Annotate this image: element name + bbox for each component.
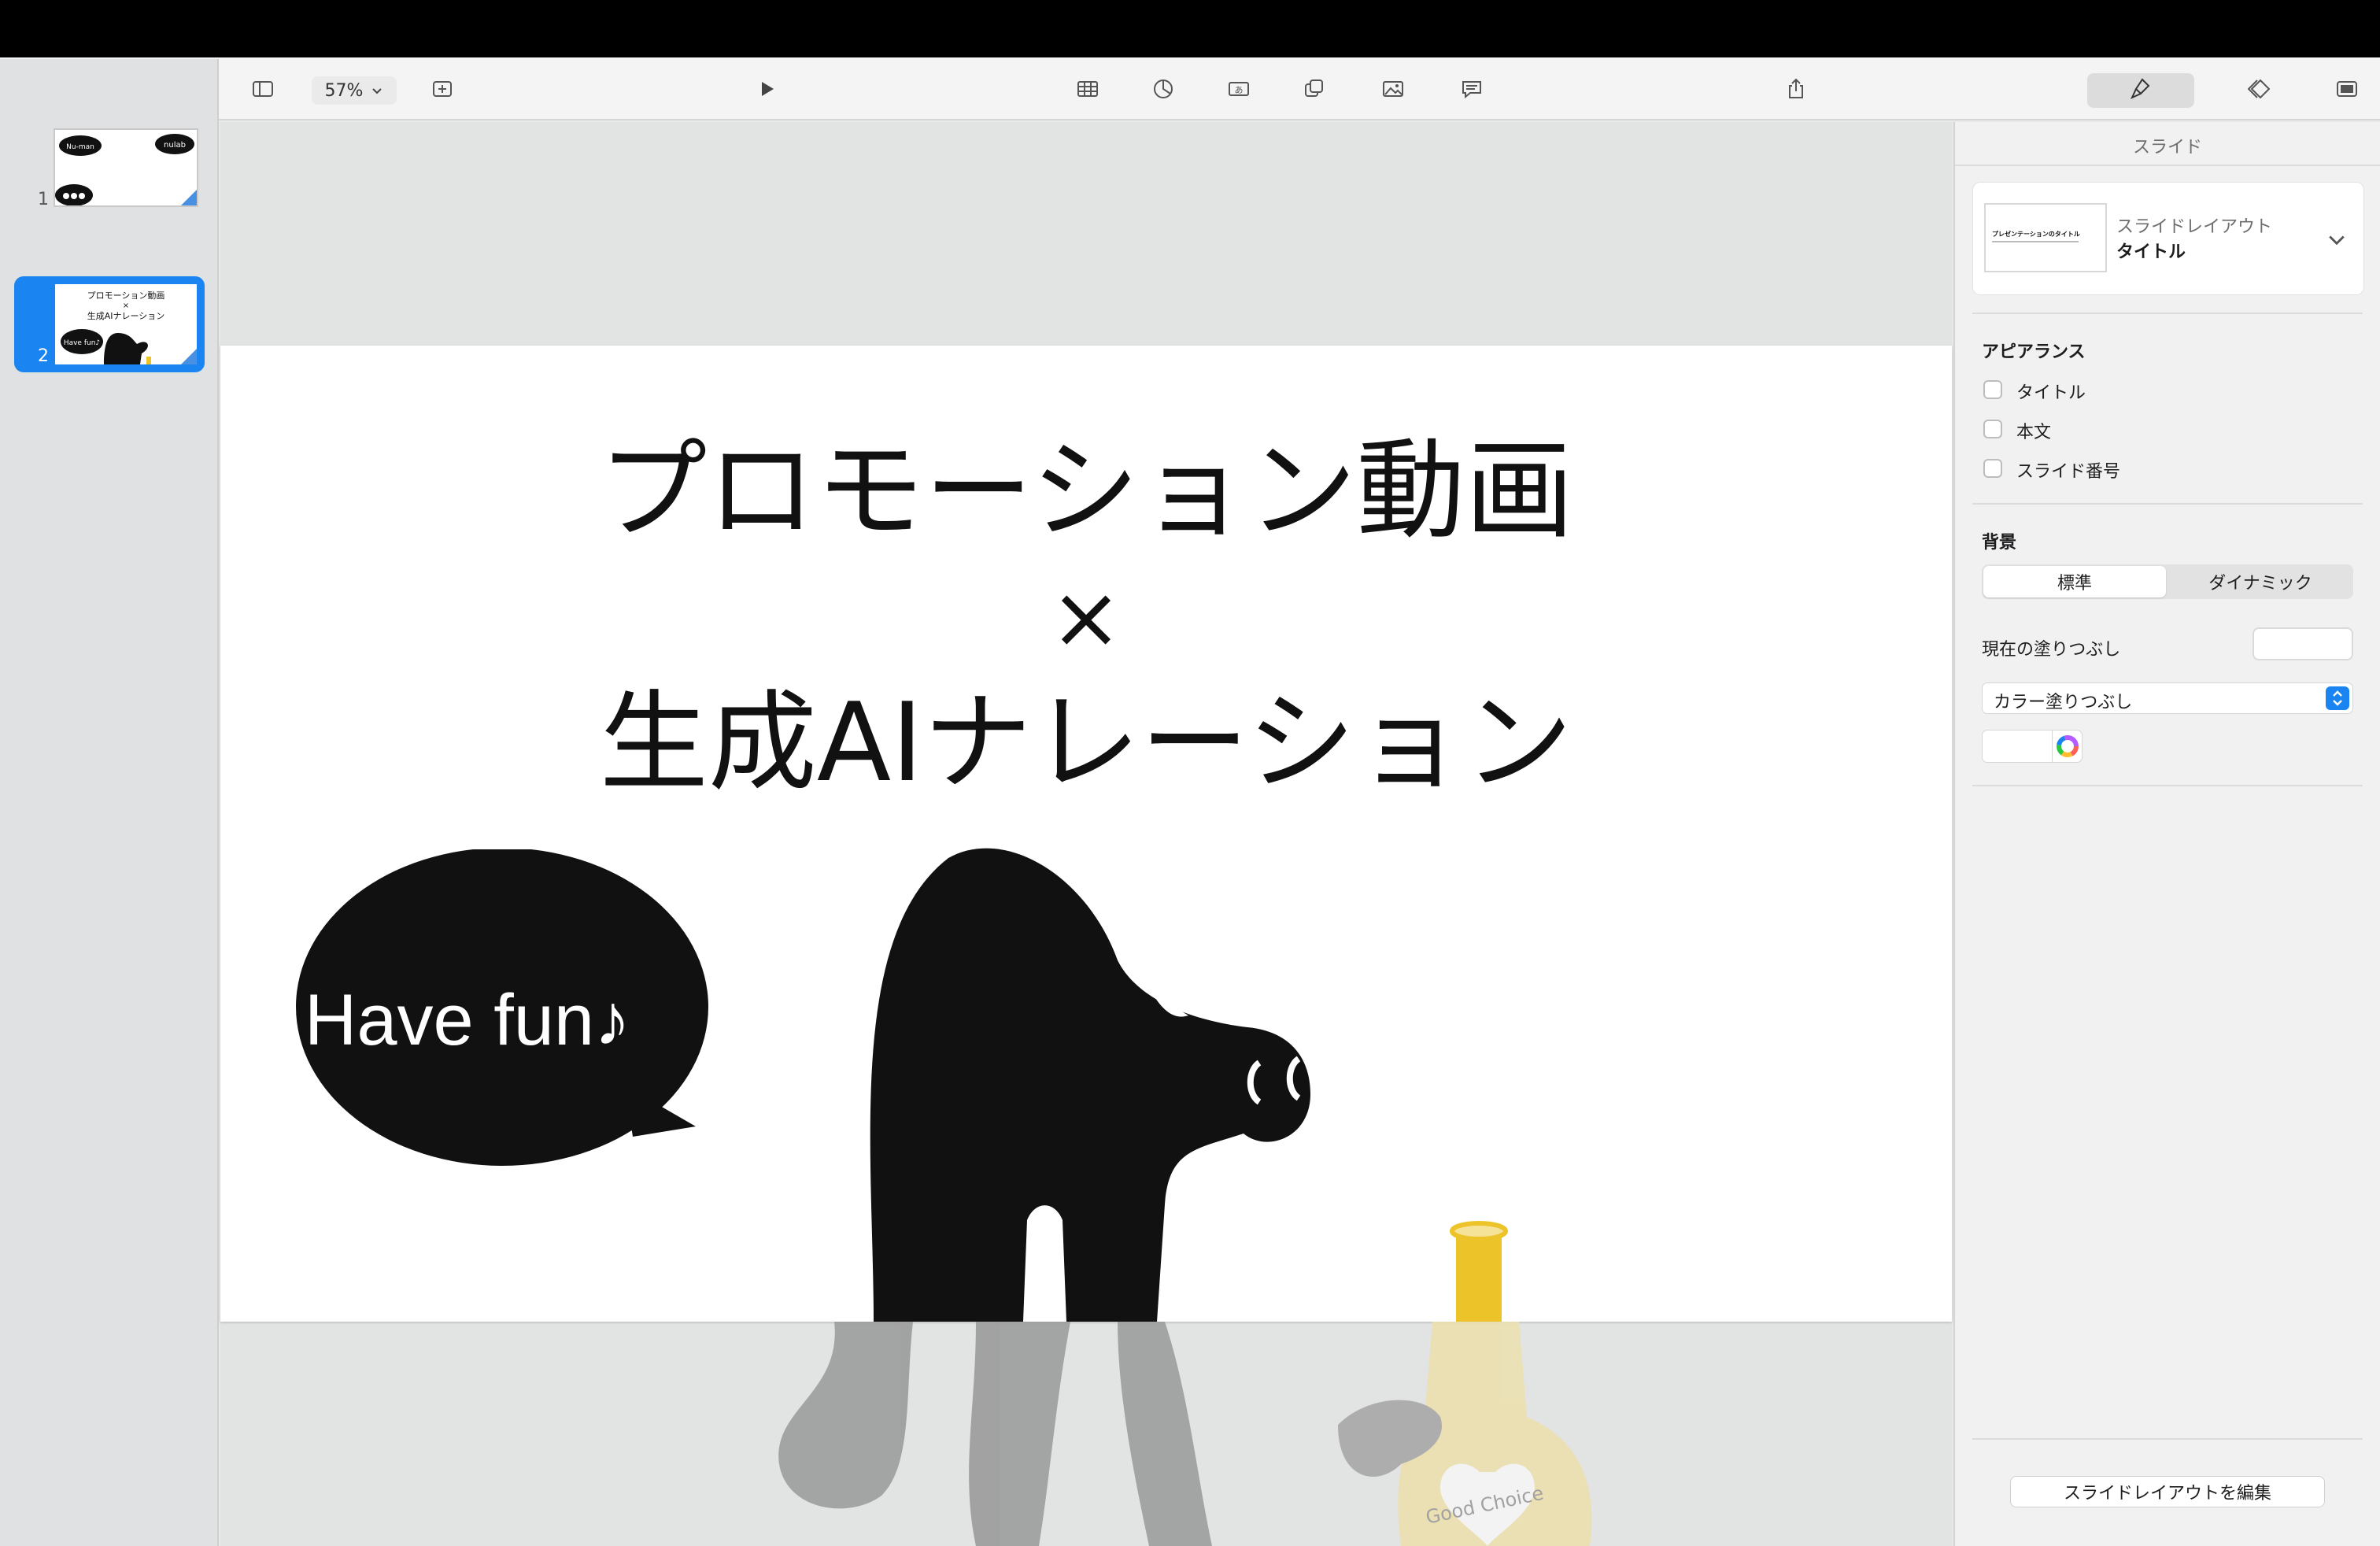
inspector-panel: スライド プレゼンテーションのタイトル スライドレイアウト タイトル アピアラン…	[1953, 122, 2380, 1546]
slide-number: 1	[38, 190, 49, 209]
character-illustration: Good Choice	[778, 848, 1592, 1546]
menu-bar	[0, 0, 2380, 57]
current-fill-swatch[interactable]	[2252, 627, 2353, 660]
background-header: 背景	[1982, 533, 2017, 553]
document-icon[interactable]	[2330, 72, 2364, 106]
slide-number: 2	[38, 346, 49, 366]
body-checkbox-label: 本文	[2016, 423, 2052, 442]
divider	[1955, 165, 2380, 166]
thumb-title-line3: 生成AIナレーション	[87, 310, 165, 321]
layout-thumbnail: プレゼンテーションのタイトル	[1984, 203, 2107, 272]
chart-icon[interactable]	[1146, 72, 1181, 106]
slide-title-line3[interactable]: 生成AIナレーション	[220, 680, 1952, 806]
layout-name: タイトル	[2116, 242, 2186, 262]
animate-icon[interactable]	[2243, 72, 2278, 106]
color-wheel-icon[interactable]	[2057, 735, 2079, 757]
slide-thumbnail-1[interactable]: Nu-man nulab	[54, 128, 198, 207]
slide-title-line1[interactable]: プロモーション動画	[220, 428, 1952, 554]
text-icon[interactable]: あ	[1221, 72, 1256, 106]
fill-type-select[interactable]: カラー塗りつぶし	[1982, 682, 2353, 714]
layout-thumbnail-text: プレゼンテーションのタイトル	[1992, 231, 2080, 238]
segment-dynamic[interactable]: ダイナミック	[2169, 566, 2352, 597]
edit-slide-layout-button[interactable]: スライドレイアウトを編集	[2010, 1476, 2325, 1507]
inspector-tab-title[interactable]: スライド	[1955, 133, 2380, 158]
sidebar-icon[interactable]	[246, 72, 280, 106]
slide-number-checkbox-label: スライド番号	[2016, 462, 2121, 482]
share-icon[interactable]	[1779, 72, 1813, 106]
appearance-header: アピアランス	[1982, 342, 2086, 362]
shape-icon[interactable]	[1297, 72, 1332, 106]
zoom-select[interactable]: 57%	[312, 76, 397, 105]
slide-title-line2[interactable]: ×	[220, 554, 1952, 680]
thumb-bubble: Have fun♪	[64, 339, 100, 347]
slide-navigator: 1 Nu-man nulab 2 プロモーション動画 × 生成AIナレーション …	[0, 59, 219, 1546]
segment-standard[interactable]: 標準	[1983, 566, 2166, 597]
thumb-title-line2: ×	[123, 301, 129, 310]
title-checkbox[interactable]	[1983, 380, 2002, 399]
play-icon[interactable]	[749, 72, 784, 106]
select-stepper-icon	[2326, 686, 2349, 710]
chevron-down-icon	[372, 88, 382, 94]
format-icon[interactable]	[2123, 72, 2158, 106]
slide-number-checkbox[interactable]	[1983, 459, 2002, 478]
speech-bubble-text: Have fun♪	[305, 980, 630, 1060]
chevron-down-icon[interactable]	[2326, 228, 2348, 250]
current-fill-label: 現在の塗りつぶし	[1982, 640, 2121, 660]
layout-thumbnail-line	[1992, 241, 2079, 242]
background-segmented-control: 標準 ダイナミック	[1982, 564, 2353, 599]
divider	[1972, 503, 2363, 505]
comment-icon[interactable]	[1454, 72, 1489, 106]
divider	[1972, 1438, 2363, 1440]
table-icon[interactable]	[1070, 72, 1105, 106]
add-slide-icon[interactable]	[425, 72, 460, 106]
color-well[interactable]	[1982, 730, 2082, 763]
svg-text:あ: あ	[1235, 85, 1244, 95]
toolbar: 57% あ	[0, 57, 2380, 120]
thumb-bubble-1: Nu-man	[66, 143, 94, 151]
layout-caption: スライドレイアウト	[2116, 217, 2273, 237]
body-checkbox[interactable]	[1983, 420, 2002, 438]
fill-type-value: カラー塗りつぶし	[1994, 693, 2133, 712]
thumb-title-line1: プロモーション動画	[87, 290, 165, 301]
thumb-bubble-2: nulab	[164, 141, 186, 150]
slide-layout-card[interactable]: プレゼンテーションのタイトル スライドレイアウト タイトル	[1972, 182, 2364, 295]
title-checkbox-label: タイトル	[2016, 383, 2086, 403]
zoom-label: 57%	[324, 80, 364, 101]
divider	[1972, 313, 2363, 314]
color-well-divider	[2052, 730, 2053, 762]
divider	[1972, 785, 2363, 786]
media-icon[interactable]	[1376, 72, 1410, 106]
slide-thumbnail-2[interactable]: プロモーション動画 × 生成AIナレーション Have fun♪	[54, 283, 198, 366]
